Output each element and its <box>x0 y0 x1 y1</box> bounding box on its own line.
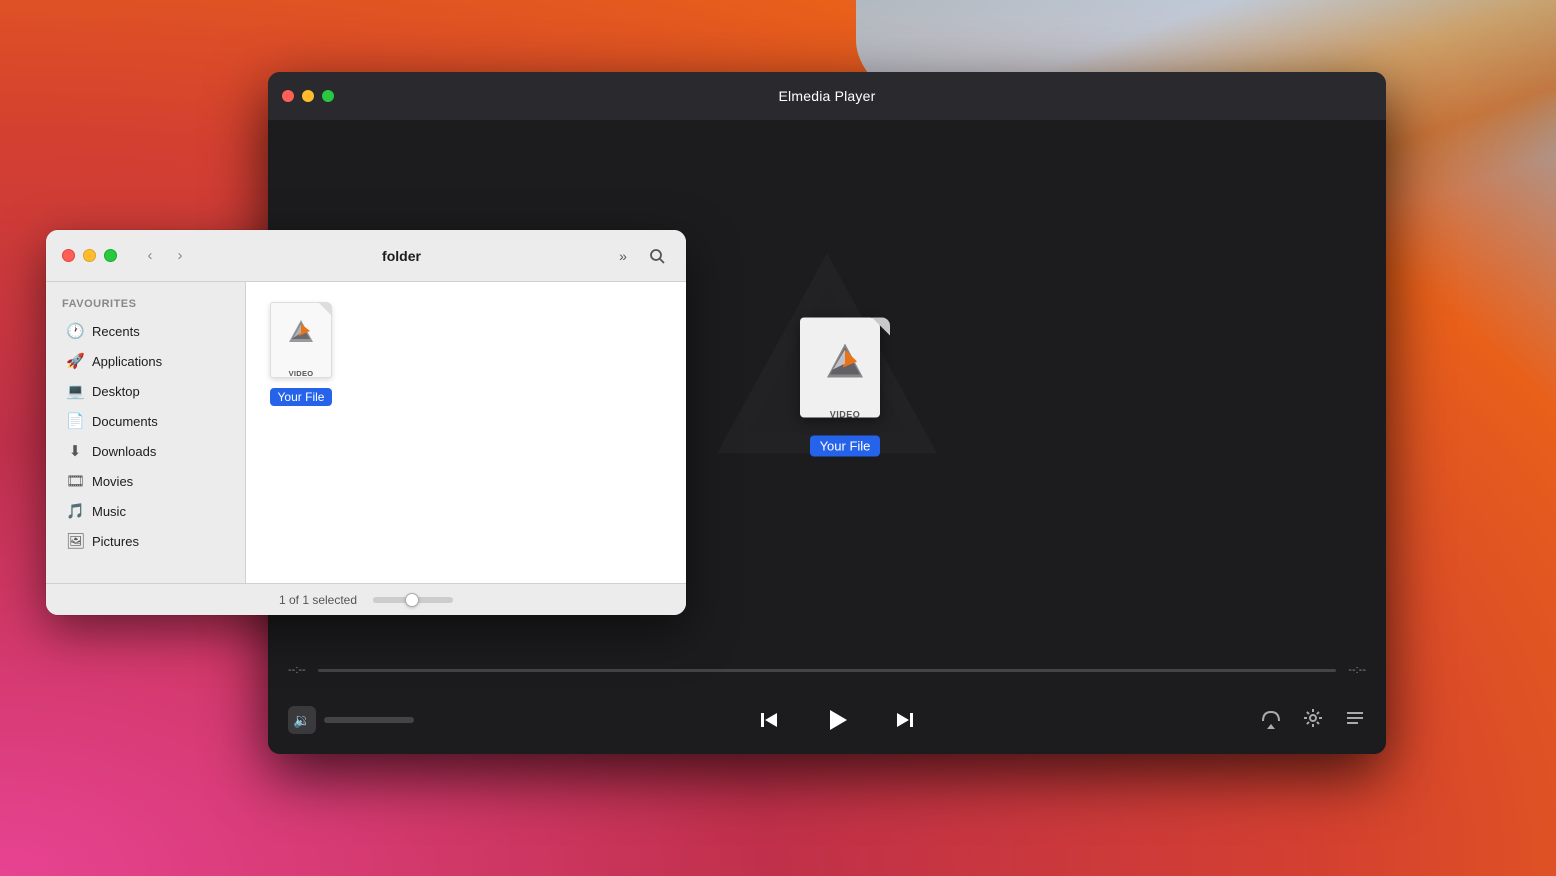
finder-maximize-button[interactable] <box>104 249 117 262</box>
finder-statusbar: 1 of 1 selected <box>46 583 686 615</box>
documents-icon: 📄 <box>66 412 84 430</box>
controls-row: 🔉 <box>268 686 1386 754</box>
sidebar-label-documents: Documents <box>92 414 158 429</box>
finder-toolbar-right: » <box>610 243 670 269</box>
finder-view-button[interactable]: » <box>610 243 636 269</box>
play-button[interactable] <box>819 702 855 738</box>
volume-button[interactable]: 🔉 <box>288 706 316 734</box>
player-titlebar: Elmedia Player <box>268 72 1386 120</box>
sidebar-item-desktop[interactable]: 💻 Desktop <box>50 376 241 406</box>
sidebar-label-downloads: Downloads <box>92 444 156 459</box>
sidebar-item-recents[interactable]: 🕐 Recents <box>50 316 241 346</box>
player-minimize-button[interactable] <box>302 90 314 102</box>
selected-count-text: 1 of 1 selected <box>279 593 357 607</box>
file-item[interactable]: VIDEO Your File <box>266 302 336 406</box>
next-button[interactable] <box>887 702 923 738</box>
sidebar-item-applications[interactable]: 🚀 Applications <box>50 346 241 376</box>
settings-button[interactable] <box>1302 707 1324 734</box>
player-controls-area: --:-- --:-- 🔉 <box>268 654 1386 754</box>
sidebar-section-label: Favourites <box>46 294 245 316</box>
applications-icon: 🚀 <box>66 352 84 370</box>
file-name-badge: Your File <box>270 388 333 406</box>
finder-sidebar: Favourites 🕐 Recents 🚀 Applications 💻 De… <box>46 282 246 583</box>
airplay-button[interactable] <box>1260 707 1282 734</box>
sidebar-item-documents[interactable]: 📄 Documents <box>50 406 241 436</box>
player-maximize-button[interactable] <box>322 90 334 102</box>
file-icon-small: VIDEO <box>266 302 336 384</box>
volume-icon: 🔉 <box>293 712 310 729</box>
player-file-elmedia-logo <box>823 340 867 389</box>
file-type-label-small: VIDEO <box>289 369 314 378</box>
finder-close-button[interactable] <box>62 249 75 262</box>
finder-traffic-lights <box>62 249 117 262</box>
progress-track[interactable] <box>318 669 1337 672</box>
sidebar-label-desktop: Desktop <box>92 384 140 399</box>
finder-content: VIDEO Your File <box>246 282 686 583</box>
finder-minimize-button[interactable] <box>83 249 96 262</box>
progress-bar-area: --:-- --:-- <box>268 654 1386 686</box>
sidebar-label-recents: Recents <box>92 324 140 339</box>
sidebar-item-movies[interactable]: 🎞 Movies <box>50 466 241 496</box>
player-file-display: VIDEO Your File <box>800 318 890 457</box>
sidebar-label-music: Music <box>92 504 126 519</box>
sidebar-label-movies: Movies <box>92 474 133 489</box>
sidebar-item-pictures[interactable]: 🖼 Pictures <box>50 526 241 556</box>
volume-bar[interactable] <box>324 717 414 723</box>
center-controls <box>414 702 1260 738</box>
sidebar-label-pictures: Pictures <box>92 534 139 549</box>
downloads-icon: ⬇ <box>66 442 84 460</box>
player-close-button[interactable] <box>282 90 294 102</box>
time-start: --:-- <box>288 664 306 676</box>
sidebar-item-downloads[interactable]: ⬇ Downloads <box>50 436 241 466</box>
finder-window: ‹ › folder » Favourites 🕐 Recents 🚀 <box>46 230 686 615</box>
desktop-icon: 💻 <box>66 382 84 400</box>
playlist-button[interactable] <box>1344 707 1366 734</box>
finder-titlebar: ‹ › folder » <box>46 230 686 282</box>
finder-title: folder <box>205 248 598 264</box>
finder-search-button[interactable] <box>644 243 670 269</box>
size-slider-thumb <box>405 593 419 607</box>
pictures-icon: 🖼 <box>66 532 84 550</box>
finder-forward-button[interactable]: › <box>167 243 193 269</box>
sidebar-item-music[interactable]: 🎵 Music <box>50 496 241 526</box>
music-icon: 🎵 <box>66 502 84 520</box>
prev-button[interactable] <box>751 702 787 738</box>
right-controls <box>1260 707 1366 734</box>
player-traffic-lights <box>282 90 334 102</box>
finder-body: Favourites 🕐 Recents 🚀 Applications 💻 De… <box>46 282 686 583</box>
player-file-icon: VIDEO <box>800 318 890 428</box>
finder-back-button[interactable]: ‹ <box>137 243 163 269</box>
file-logo-small <box>285 316 317 353</box>
finder-nav-buttons: ‹ › <box>137 243 193 269</box>
sidebar-label-applications: Applications <box>92 354 162 369</box>
time-end: --:-- <box>1348 664 1366 676</box>
volume-group: 🔉 <box>288 706 414 734</box>
player-title: Elmedia Player <box>779 88 876 104</box>
recents-icon: 🕐 <box>66 322 84 340</box>
movies-icon: 🎞 <box>66 472 84 490</box>
player-file-name-badge: Your File <box>810 436 881 457</box>
player-file-type-label: VIDEO <box>830 410 861 420</box>
icon-size-slider[interactable] <box>373 597 453 603</box>
